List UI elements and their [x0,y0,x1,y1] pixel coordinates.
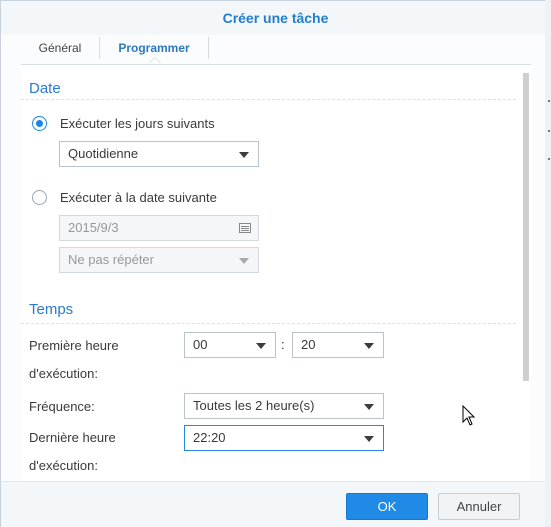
active-tab-indicator [149,57,161,63]
chevron-down-icon [364,436,374,442]
repeat-select[interactable]: Ne pas répéter [59,247,259,273]
create-task-dialog: Créer une tâche Général Programmer Date … [0,0,551,527]
chevron-down-icon [239,152,249,158]
first-run-hour-value: 00 [193,337,208,352]
run-daily-label: Exécuter les jours suivants [60,116,215,131]
background-marker [548,130,550,132]
chevron-down-icon [256,343,266,349]
daily-frequency-select[interactable]: Quotidienne [59,141,259,167]
frequency-select[interactable]: Toutes les 2 heure(s) [184,393,384,419]
last-run-label-line2: d'exécution: [29,458,98,473]
tab-general[interactable]: Général [21,35,99,64]
date-field[interactable]: 2015/9/3 [59,215,259,241]
ok-button[interactable]: OK [346,493,428,520]
chevron-down-icon [364,404,374,410]
last-run-select[interactable]: 22:20 [184,425,384,451]
first-run-minute-select[interactable]: 20 [292,332,384,358]
tab-divider [208,37,209,59]
repeat-value: Ne pas répéter [68,252,154,267]
date-value: 2015/9/3 [68,220,119,235]
mouse-pointer-icon [462,405,476,426]
tab-bar: Général Programmer [21,35,531,65]
background-marker [548,158,550,160]
first-run-minute-value: 20 [301,337,316,352]
background-window-edge [545,0,551,527]
frequency-label: Fréquence: [29,399,95,414]
vertical-scrollbar[interactable] [523,73,529,381]
last-run-value: 22:20 [193,430,226,445]
section-divider [21,99,516,100]
section-divider [21,323,516,324]
date-section-title: Date [29,80,61,97]
frequency-value: Toutes les 2 heure(s) [193,398,315,413]
calendar-icon[interactable] [239,223,251,233]
dialog-titlebar: Créer une tâche [1,1,550,35]
last-run-label-line1: Dernière heure [29,430,116,445]
run-on-date-label: Exécuter à la date suivante [60,190,217,205]
cancel-button[interactable]: Annuler [438,493,520,520]
chevron-down-icon [239,258,249,264]
time-section-title: Temps [29,301,74,318]
time-separator: : [281,337,285,352]
first-run-label-line1: Première heure [29,338,119,353]
first-run-label-line2: d'exécution: [29,366,98,381]
daily-frequency-value: Quotidienne [68,146,139,161]
dialog-title: Créer une tâche [222,10,329,26]
run-daily-radio[interactable] [32,116,47,131]
background-marker [548,100,550,102]
chevron-down-icon [364,343,374,349]
run-on-date-radio[interactable] [32,190,47,205]
schedule-panel: Date Exécuter les jours suivants Quotidi… [21,65,531,481]
first-run-hour-select[interactable]: 00 [184,332,276,358]
